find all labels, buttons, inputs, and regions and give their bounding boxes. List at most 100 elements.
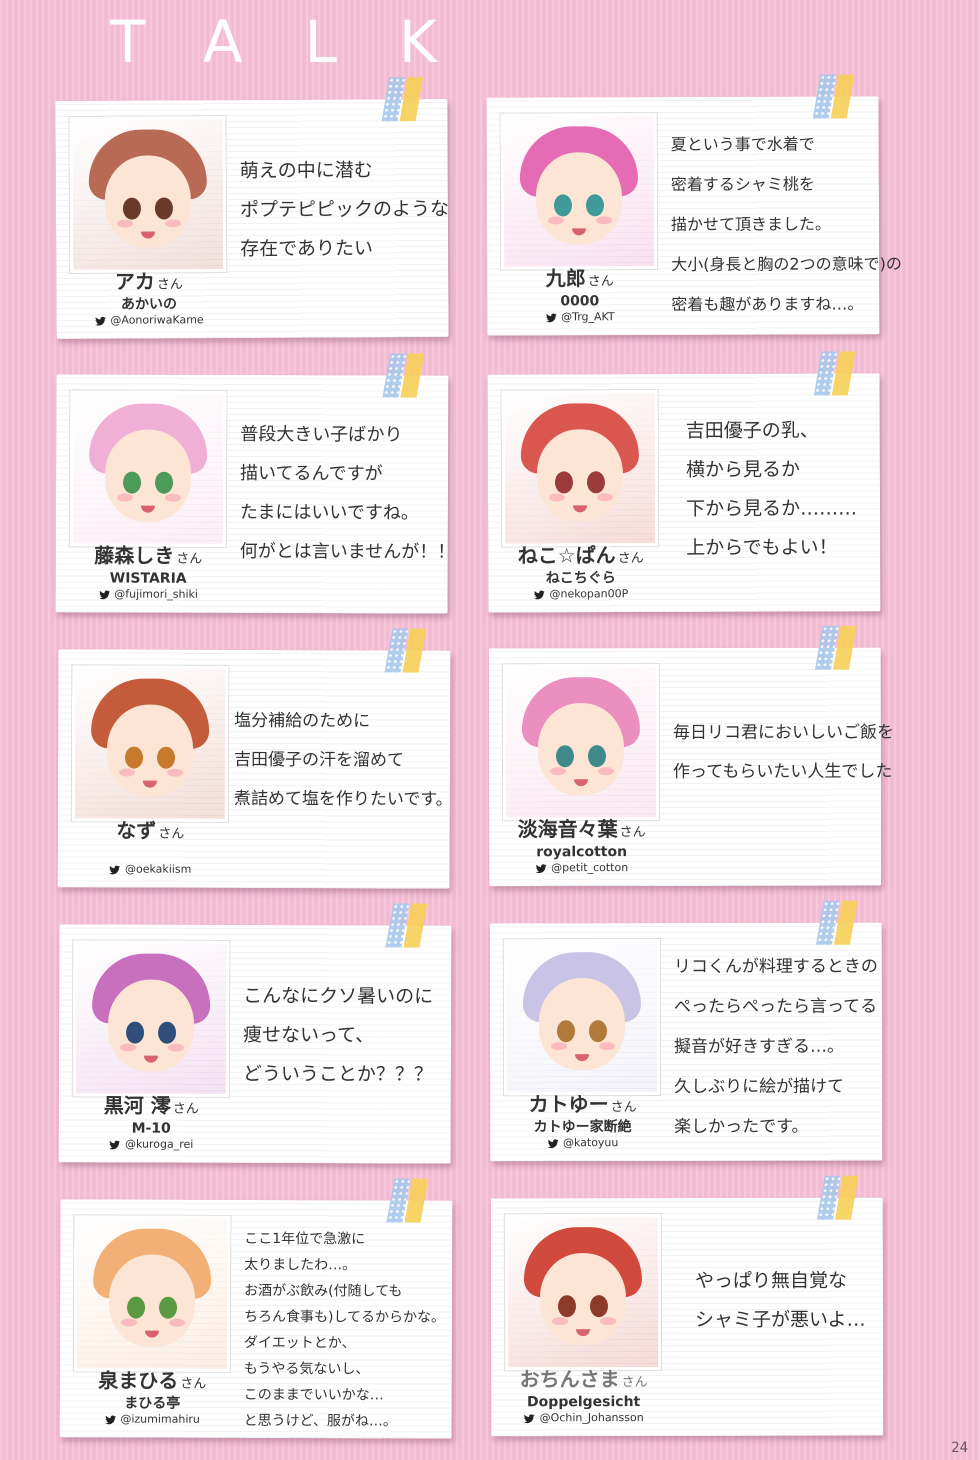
comment-line: 太りましたわ…。: [244, 1256, 357, 1274]
tape-decoration: [815, 900, 860, 945]
artist-info: 泉まひる さん まひる亭 @izumimahiru: [70, 1368, 235, 1428]
twitter-handle: @AonoriwaKame: [66, 312, 231, 329]
artist-name: 九郎 さん: [545, 266, 614, 291]
comment-line: 描いてるんですが: [240, 462, 383, 485]
talk-card: カトゆー さん カトゆー家断絶 @katoyuu リコくんが料理するときの ぺったら…: [489, 900, 883, 1162]
comment-line: 久しぶりに絵が描けて: [674, 1076, 845, 1098]
artist-comment: こんなにクソ暑いのに 痩せないって、どういうことか？？？: [243, 977, 443, 1095]
talk-card: なず さん @oekakiism 塩分補給のために 吉田優子の汗を溜めて 煮詰めて塩を…: [57, 628, 453, 889]
artist-illustration: [503, 939, 661, 1096]
talk-card: アカ さん あかいの @AonoriwaKame 萌えの中に潜む ポプテピピックのよ…: [55, 77, 450, 340]
artist-name: アカ さん: [114, 269, 183, 294]
twitter-handle: @kuroga_rei: [69, 1136, 234, 1153]
artist-info: ねこ☆ぱん さん ねこちぐら @nekopan00P: [498, 543, 663, 603]
twitter-handle: @katoyuu: [500, 1135, 665, 1151]
artist-name: カトゆー さん: [528, 1092, 637, 1117]
twitter-bird-icon: [535, 863, 547, 873]
tape-decoration: [385, 903, 429, 948]
artist-comment: 夏という事で水着で 密着するシャミ桃を 描かせて頂きました。 大小(身長と胸の2つの意…: [670, 124, 902, 325]
talk-card: 九郎 さん 0000 @Trg_AKT 夏という事で水着で 密着するシャミ桃を 描かせ…: [486, 74, 902, 336]
comment-line: 擬音が好きすぎる…。: [673, 1036, 845, 1058]
twitter-handle: @Trg_AKT: [497, 309, 662, 326]
artist-illustration: [501, 390, 659, 547]
artist-info: おちんさま さん Doppelgesicht @Ochin_Johansson: [501, 1367, 666, 1426]
circle-name: ねこちぐら: [545, 570, 616, 587]
talk-card: 淡海音々葉 さん royalcotton @petit_cotton 毎日リコ君に…: [488, 625, 894, 887]
talk-card: 黒河 澪さん M-10 @kuroga_rei こんなにクソ暑いのに 痩せないって…: [58, 903, 452, 1164]
twitter-bird-icon: [109, 1140, 121, 1149]
circle-name: WISTARIA: [109, 570, 187, 587]
twitter-handle: @Ochin_Johansson: [501, 1410, 666, 1426]
artist-name: おちんさま さん: [519, 1367, 648, 1392]
artist-name: ねこ☆ぱん さん: [517, 543, 644, 568]
artist-info: 淡海音々葉 さん royalcotton @petit_cotton: [499, 817, 664, 876]
comment-line: 密着するシャミ桃を: [670, 174, 815, 195]
artist-name: 淡海音々葉 さん: [517, 817, 646, 842]
comment-line: 吉田優子の汗を溜めて: [233, 749, 405, 771]
comment-line: 痩せないって、: [242, 1023, 375, 1047]
talk-card: 藤森しき さん WISTARIA @fujimori_shiki 普段大きい子ばか…: [55, 353, 456, 614]
comment-line: こんなにクソ暑いのに: [243, 984, 434, 1008]
comment-line: 横から見るか: [685, 458, 800, 481]
twitter-handle: @petit_cotton: [499, 860, 664, 876]
artist-comment: リコくんが料理するときの ぺったらぺったら言ってる 擬音が好きすぎる…。 久しぶりに絵…: [673, 947, 878, 1147]
comment-line: 夏という事で水着で: [670, 134, 815, 155]
artist-name: なず さん: [116, 818, 185, 843]
comment-line: 密着も趣がありますね…。: [671, 294, 864, 315]
comment-line: ちろん食事も)してるからかな。: [243, 1308, 446, 1326]
comment-line: 描かせて頂きました。: [670, 214, 832, 235]
comment-line: 煮詰めて塩を作りたいです。: [233, 788, 453, 810]
comment-line: やっぱり無自覚な: [694, 1269, 847, 1292]
twitter-handle: @fujimori_shiki: [66, 586, 231, 603]
artist-illustration: [69, 116, 227, 273]
circle-name: カトゆー家断絶: [533, 1119, 632, 1136]
comment-line: 普段大きい子ばかり: [240, 423, 403, 446]
tape-decoration: [816, 1175, 861, 1220]
comment-line: 下から見るか………: [686, 497, 858, 520]
tape-decoration: [813, 351, 858, 396]
comment-line: どういうことか？？？: [242, 1062, 433, 1086]
circle-name: M-10: [131, 1120, 171, 1137]
comment-line: ここ1年位で急激に: [244, 1230, 366, 1248]
twitter-bird-icon: [94, 316, 106, 326]
twitter-handle: @nekopan00P: [498, 586, 663, 603]
comment-line: 存在でありたい: [240, 237, 374, 261]
comment-line: このままでいいかな…: [243, 1386, 384, 1404]
artist-name: 藤森しき さん: [94, 543, 203, 568]
twitter-bird-icon: [109, 865, 121, 874]
comment-line: 何がとは言いませんが！！: [239, 540, 456, 563]
artist-info: 藤森しき さん WISTARIA @fujimori_shiki: [66, 543, 231, 603]
talk-card: おちんさま さん Doppelgesicht @Ochin_Johansson や…: [490, 1175, 884, 1437]
comment-line: 毎日リコ君においしいご飯を: [672, 722, 894, 744]
comment-line: ポプテピピックのような: [239, 197, 450, 222]
artist-info: カトゆー さん カトゆー家断絶 @katoyuu: [500, 1092, 665, 1151]
artist-comment: 毎日リコ君においしいご飯を 作ってもらいたい人生でした: [672, 714, 894, 792]
comment-line: 作ってもらいたい人生でした: [672, 761, 893, 783]
comment-line: 吉田優子の乳、: [685, 419, 819, 442]
artist-comment: 吉田優子の乳、 横から見るか下から見るか……… 上からでもよい！: [686, 411, 887, 568]
artist-comment: やっぱり無自覚な シャミ子が悪いよ…: [695, 1262, 895, 1340]
circle-name: Doppelgesicht: [527, 1394, 641, 1411]
artist-name: 黒河 澪さん: [103, 1093, 199, 1118]
twitter-handle: @izumimahiru: [70, 1411, 235, 1428]
tape-decoration: [812, 74, 857, 119]
circle-name: まひる亭: [124, 1395, 181, 1412]
talk-card: 泉まひる さん まひる亭 @izumimahiru ここ1年位で急激に 太りましたわ…: [59, 1178, 453, 1439]
artist-comment: 萌えの中に潜むポプテピピックのような 存在でありたい: [239, 151, 450, 269]
circle-name: 0000: [560, 293, 600, 310]
circle-name: [68, 845, 233, 862]
tape-decoration: [382, 353, 426, 398]
circle-name: royalcotton: [536, 844, 628, 861]
artist-illustration: [500, 113, 658, 270]
twitter-bird-icon: [104, 1415, 116, 1424]
comment-line: 上からでもよい！: [686, 536, 838, 559]
artist-name: 泉まひる さん: [98, 1368, 207, 1393]
artist-info: なず さん @oekakiism: [68, 819, 233, 878]
tape-decoration: [814, 625, 859, 670]
comment-line: 萌えの中に潜む: [239, 159, 373, 183]
tape-decoration: [386, 1178, 430, 1223]
artist-illustration: [502, 664, 660, 821]
comment-line: ダイエットとか、: [243, 1334, 356, 1352]
comment-line: ぺったらぺったら言ってる: [673, 996, 878, 1018]
comment-line: と思うけど、服がね…。: [243, 1412, 397, 1430]
